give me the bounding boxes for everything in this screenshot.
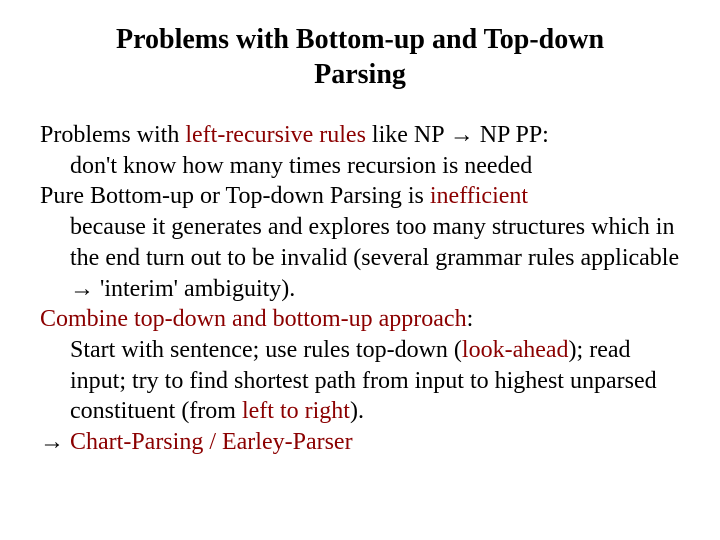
text-indent: Start with sentence; use rules top-down … [40, 335, 680, 427]
paragraph-4: → Chart-Parsing / Earley-Parser [40, 427, 680, 458]
highlight-left-recursive: left-recursive rules [185, 122, 366, 148]
text-indent: don't know how many times recursion is n… [40, 151, 680, 182]
text: Problems with [40, 122, 185, 148]
text: Start with sentence; use rules top-down … [70, 337, 462, 363]
text: like NP → NP PP: [366, 122, 549, 148]
text: ). [350, 398, 364, 424]
text: Pure Bottom-up or Top-down Parsing is [40, 183, 430, 209]
arrow-icon: → [40, 429, 70, 455]
text-indent: because it generates and explores too ma… [40, 212, 680, 304]
paragraph-2: Pure Bottom-up or Top-down Parsing is in… [40, 181, 680, 304]
paragraph-1: Problems with left-recursive rules like … [40, 120, 680, 181]
highlight-left-to-right: left to right [242, 398, 350, 424]
paragraph-3: Combine top-down and bottom-up approach:… [40, 304, 680, 427]
highlight-chart-parsing: Chart-Parsing / Earley-Parser [70, 429, 353, 455]
text: : [467, 306, 474, 332]
slide-content: Problems with left-recursive rules like … [40, 120, 680, 458]
highlight-inefficient: inefficient [430, 183, 528, 209]
slide-title: Problems with Bottom-up and Top-down Par… [40, 22, 680, 92]
highlight-combine: Combine top-down and bottom-up approach [40, 306, 467, 332]
highlight-look-ahead: look-ahead [462, 337, 569, 363]
